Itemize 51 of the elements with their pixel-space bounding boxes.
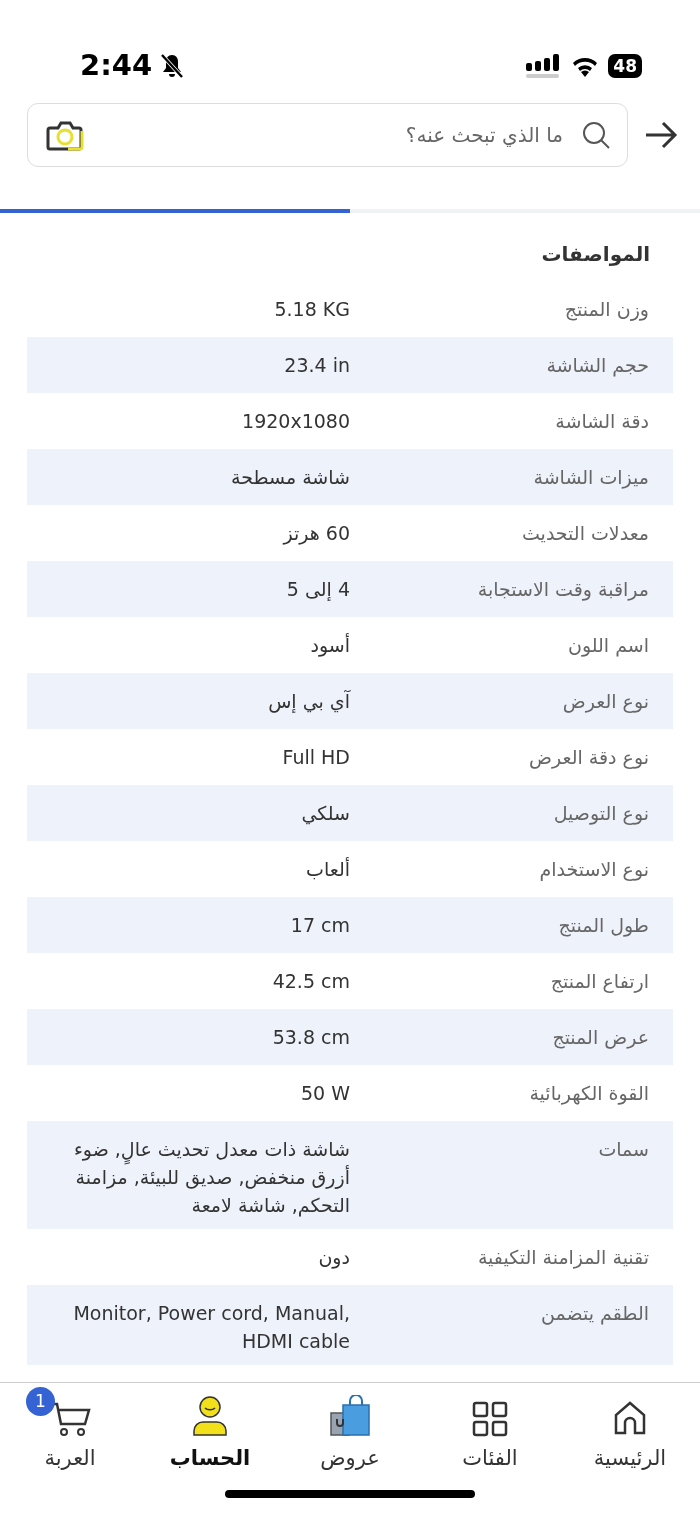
spec-value: 23.4 in <box>283 353 350 378</box>
spec-value: 42.5 cm <box>271 969 350 994</box>
spec-value: 50 W <box>300 1081 350 1106</box>
spec-label: وزن المنتج <box>563 297 650 323</box>
spec-value: Monitor, Power cord, Manual, HDMI cable <box>72 1301 350 1354</box>
person-icon <box>191 1393 229 1437</box>
spec-label: عرض المنتج <box>551 1025 650 1051</box>
section-title: المواصفات <box>540 241 651 268</box>
spec-label: القوة الكهربائية <box>528 1081 650 1107</box>
spec-label: دقة الشاشة <box>554 409 650 434</box>
search-field[interactable]: ما الذي تبحث عنه؟ <box>100 119 565 151</box>
spec-label: سمات <box>597 1137 650 1162</box>
spec-value: شاشة مسطحة <box>229 465 350 490</box>
spec-label: اسم اللون <box>567 633 650 659</box>
spec-value: 53.8 cm <box>271 1025 350 1050</box>
spec-label: ميزات الشاشة <box>532 465 650 491</box>
camera-icon[interactable] <box>46 119 84 151</box>
spec-label: نوع دقة العرض <box>528 745 650 771</box>
spec-label: نوع التوصيل <box>552 801 650 827</box>
spec-label: نوع الاستخدام <box>538 857 650 883</box>
spec-value: 4 إلى 5 <box>285 577 350 603</box>
spec-value: أسود <box>309 632 350 659</box>
spec-label: حجم الشاشة <box>545 353 650 379</box>
spec-label: طول المنتج <box>557 913 650 939</box>
shopping-bag-icon <box>329 1393 371 1437</box>
spec-label: ارتفاع المنتج <box>549 969 650 995</box>
spec-value: 17 cm <box>289 913 350 938</box>
spec-value: آي بي إس <box>267 689 350 715</box>
spec-value: Full HD <box>281 745 350 770</box>
spec-value: 1920x1080 <box>241 409 350 434</box>
spec-label: تقنية المزامنة التكيفية <box>476 1245 650 1271</box>
search-bar[interactable]: ما الذي تبحث عنه؟ <box>27 103 628 167</box>
battery-level: 48 <box>608 53 642 78</box>
spec-value: دون <box>317 1245 350 1271</box>
spec-label: الطقم يتضمن <box>540 1301 650 1327</box>
spec-value: شاشة ذات معدل تحديث عالٍ, ضوء أزرق منخفض, صديق للبيئة, مزامنة التحكم, شاشة لامعة <box>72 1137 350 1219</box>
clock-time: 2:44 <box>80 46 153 84</box>
spec-value: 60 هرتز <box>281 521 350 547</box>
spec-value: 5.18 KG <box>273 297 350 322</box>
spec-label: معدلات التحديث <box>520 521 650 546</box>
spec-label: مراقبة وقت الاستجابة <box>476 577 650 603</box>
spec-value: سلكي <box>300 801 350 827</box>
spec-label: نوع العرض <box>561 689 650 715</box>
nav-tab[interactable]: الحساب <box>140 1383 280 1490</box>
nav-tab[interactable]: الرئيسية <box>560 1383 700 1490</box>
nav-tab[interactable]: عروض <box>280 1383 420 1490</box>
back-arrow-icon[interactable] <box>644 120 678 150</box>
count-badge: 1 <box>26 1387 55 1416</box>
spec-value: ألعاب <box>305 856 350 882</box>
nav-tab[interactable]: الفئات <box>420 1383 560 1490</box>
search-icon <box>581 120 611 150</box>
